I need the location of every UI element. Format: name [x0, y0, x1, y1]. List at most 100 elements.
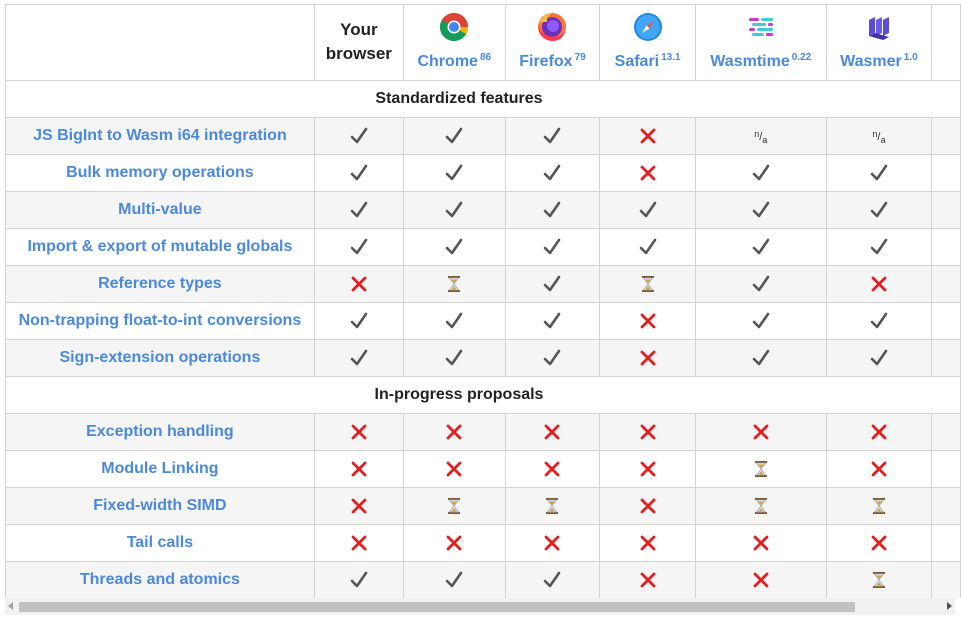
overflow-cell: [931, 117, 961, 155]
cross-icon: [640, 165, 656, 181]
overflow-cell: [931, 561, 961, 598]
check-icon: [445, 127, 463, 144]
hourglass-icon: [872, 572, 885, 588]
check-icon: [752, 238, 770, 255]
status-cell: [402, 265, 506, 303]
status-cell: [504, 154, 601, 192]
feature-name-link[interactable]: Tail calls: [5, 524, 315, 562]
table-row: Threads and atomics: [5, 561, 961, 598]
table-viewport: Your browser Chrome 86 Firefox 79 Safari…: [0, 0, 961, 598]
header-wasmtime[interactable]: Wasmtime 0.22: [694, 4, 827, 81]
check-icon: [870, 164, 888, 181]
firefox-logo-icon: [538, 12, 567, 41]
cross-icon: [640, 498, 656, 514]
wasmtime-logo-icon: [748, 17, 773, 36]
header-wasmer[interactable]: Wasmer 1.0: [825, 4, 933, 81]
overflow-cell: [931, 413, 961, 451]
status-cell: [599, 302, 696, 340]
check-icon: [544, 275, 561, 292]
engine-name-wasmtime: Wasmtime 0.22: [710, 51, 812, 70]
status-cell: [313, 228, 404, 266]
header-your-browser: Your browser: [313, 4, 404, 81]
status-cell: [313, 302, 404, 340]
scrollbar-thumb[interactable]: [19, 602, 855, 612]
check-icon: [445, 201, 463, 218]
feature-name-link[interactable]: Reference types: [5, 265, 315, 303]
section-title: Standardized features: [5, 80, 961, 118]
feature-support-table: Your browser Chrome 86 Firefox 79 Safari…: [5, 4, 961, 598]
table-row: Sign-extension operations: [5, 339, 961, 377]
overflow-cell: [931, 228, 961, 266]
header-row: Your browser Chrome 86 Firefox 79 Safari…: [5, 4, 961, 81]
check-icon: [445, 571, 463, 588]
feature-name-link[interactable]: Sign-extension operations: [5, 339, 315, 377]
feature-name-link[interactable]: Module Linking: [5, 450, 315, 488]
table-row: Non-trapping float-to-int conversions: [5, 302, 961, 340]
engine-name-safari: Safari 13.1: [614, 51, 681, 70]
status-cell: [825, 191, 933, 229]
cross-icon: [871, 535, 887, 551]
status-cell: [599, 561, 696, 598]
status-cell: [825, 302, 933, 340]
status-cell: [313, 265, 404, 303]
cross-icon: [446, 424, 462, 440]
status-cell: [825, 339, 933, 377]
status-cell: [599, 450, 696, 488]
status-cell: [694, 413, 827, 451]
scroll-left-arrow-icon[interactable]: [8, 602, 13, 610]
feature-name-link[interactable]: Exception handling: [5, 413, 315, 451]
feature-name-link[interactable]: Import & export of mutable globals: [5, 228, 315, 266]
table-row: Fixed-width SIMD: [5, 487, 961, 525]
cross-icon: [446, 535, 462, 551]
status-cell: [825, 487, 933, 525]
status-cell: [402, 191, 506, 229]
table-row: JS BigInt to Wasm i64 integration n/a n/a: [5, 117, 961, 155]
status-cell: [825, 413, 933, 451]
hourglass-icon: [872, 498, 885, 514]
check-icon: [870, 201, 888, 218]
scroll-right-arrow-icon[interactable]: [947, 602, 952, 610]
check-icon: [350, 312, 368, 329]
feature-name-link[interactable]: Threads and atomics: [5, 561, 315, 598]
feature-name-link[interactable]: JS BigInt to Wasm i64 integration: [5, 117, 315, 155]
status-cell: [694, 450, 827, 488]
header-corner-cell: [5, 4, 315, 81]
cross-icon: [640, 350, 656, 366]
horizontal-scrollbar[interactable]: [5, 598, 955, 615]
header-safari[interactable]: Safari 13.1: [599, 4, 696, 81]
engine-name-chrome: Chrome 86: [417, 51, 492, 70]
status-cell: [504, 524, 601, 562]
your-browser-label: Your browser: [325, 20, 392, 63]
check-icon: [445, 349, 463, 366]
status-cell: [825, 154, 933, 192]
status-cell: [313, 154, 404, 192]
status-cell: [402, 302, 506, 340]
status-cell: n/a: [694, 117, 827, 155]
check-icon: [752, 164, 770, 181]
section-header-row: In-progress proposals: [5, 376, 961, 414]
check-icon: [544, 201, 561, 218]
cross-icon: [871, 424, 887, 440]
table-row: Module Linking: [5, 450, 961, 488]
header-firefox[interactable]: Firefox 79: [504, 4, 601, 81]
status-cell: [504, 265, 601, 303]
header-chrome[interactable]: Chrome 86: [402, 4, 506, 81]
feature-name-link[interactable]: Multi-value: [5, 191, 315, 229]
status-cell: [504, 191, 601, 229]
status-cell: [504, 487, 601, 525]
feature-name-link[interactable]: Non-trapping float-to-int conversions: [5, 302, 315, 340]
cross-icon: [351, 535, 367, 551]
feature-name-link[interactable]: Fixed-width SIMD: [5, 487, 315, 525]
table-row: Tail calls: [5, 524, 961, 562]
check-icon: [350, 238, 368, 255]
overflow-cell: [931, 450, 961, 488]
check-icon: [350, 201, 368, 218]
status-cell: [504, 561, 601, 598]
check-icon: [350, 164, 368, 181]
status-cell: [694, 191, 827, 229]
hourglass-icon: [448, 276, 461, 292]
feature-name-link[interactable]: Bulk memory operations: [5, 154, 315, 192]
safari-logo-icon: [633, 12, 662, 41]
not-applicable-label: n/a: [872, 129, 886, 145]
check-icon: [752, 349, 770, 366]
